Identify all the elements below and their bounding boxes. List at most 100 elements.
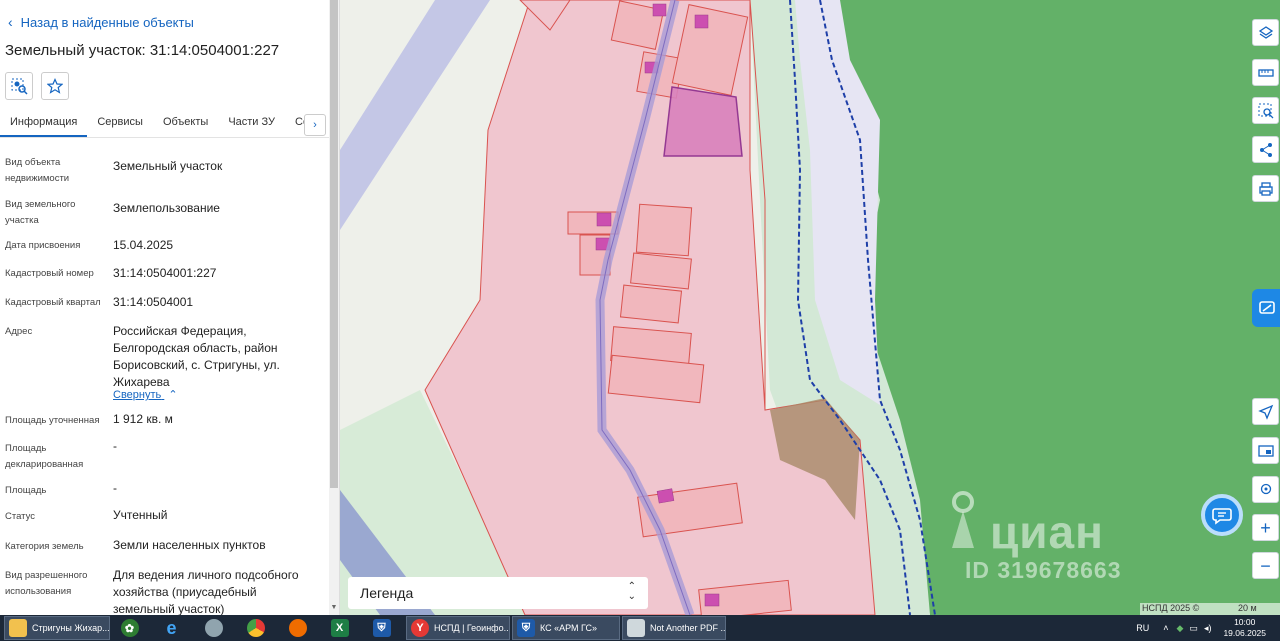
tab-parcel-parts[interactable]: Части ЗУ: [218, 112, 285, 137]
attribute-label: Кадастровый квартал: [5, 297, 101, 308]
attribute-value: Учтенный: [113, 508, 168, 522]
clock-date: 19.06.2025: [1223, 628, 1266, 638]
attribute-label: Вид земельного участка: [5, 199, 76, 226]
minus-icon: −: [1260, 555, 1271, 576]
application: { "panel": { "back_label": "Назад в найд…: [0, 0, 1280, 641]
map-view[interactable]: [340, 0, 1280, 615]
my-location-button[interactable]: [1252, 398, 1279, 425]
tab-services[interactable]: Сервисы: [87, 112, 153, 137]
windows-taskbar: Стригуны Жихар... ✿ e X ⛨ Y НСПД | Геоин…: [0, 615, 1280, 641]
clock-time: 10:00: [1234, 617, 1256, 627]
taskbar-window-browser[interactable]: Y НСПД | Геоинфо...: [406, 616, 510, 640]
taskbar-app-excel[interactable]: X: [322, 616, 362, 640]
taskbar-app-firefox[interactable]: [280, 616, 320, 640]
attribute-value: Для ведения личного подсобного хозяйства…: [113, 568, 299, 615]
watermark-id: ID 319678663: [965, 557, 1122, 583]
navigation-arrow-icon: [1257, 404, 1273, 420]
magnifier-tool-icon: [204, 619, 223, 637]
favorite-button[interactable]: [41, 72, 69, 100]
collapse-label: Свернуть: [113, 389, 162, 401]
minimap-icon: [1257, 444, 1274, 457]
attribute-label: Вид объекта недвижимости: [5, 157, 70, 184]
legend-dropdown[interactable]: Легенда ⌃ ⌄: [348, 577, 648, 609]
select-area-button[interactable]: [1252, 97, 1279, 124]
tabs-scroll-right-button[interactable]: ›: [304, 114, 326, 136]
page-title: Земельный участок: 31:14:0504001:227: [5, 42, 280, 59]
taskbar-app-gov[interactable]: ⛨: [364, 616, 404, 640]
locate-on-map-button[interactable]: [5, 72, 33, 100]
search-location-button[interactable]: [1252, 476, 1279, 503]
system-tray: RU ˄ ◆ ▭ ◂) 10:00 19.06.2025: [1136, 615, 1280, 641]
taskbar-window-label: Стригуны Жихар...: [32, 623, 110, 633]
minimap-button[interactable]: [1252, 437, 1279, 464]
attribute-value: 31:14:0504001: [113, 295, 194, 309]
attribute-value: 31:14:0504001:227: [113, 266, 217, 280]
chat-button[interactable]: [1201, 494, 1243, 536]
network-icon[interactable]: ▭: [1189, 623, 1198, 634]
zoom-in-button[interactable]: +: [1252, 514, 1279, 541]
zoom-out-button[interactable]: −: [1252, 552, 1279, 579]
feedback-side-tab[interactable]: [1252, 289, 1280, 327]
share-button[interactable]: [1252, 136, 1279, 163]
chevron-up-icon[interactable]: ˄: [1163, 623, 1168, 633]
taskbar-window-label: КС «АРМ ГС»: [540, 623, 598, 633]
attribute-label: Вид разрешенного использования: [5, 570, 88, 597]
scrollbar-thumb[interactable]: [330, 0, 338, 488]
attribute-label: Адрес: [5, 326, 33, 337]
attribute-value: Земли населенных пунктов: [113, 538, 266, 552]
share-icon: [1259, 142, 1272, 157]
taskbar-app-chrome[interactable]: [238, 616, 278, 640]
panel-scrollbar[interactable]: ▼: [329, 0, 339, 615]
scroll-down-arrow-icon[interactable]: ▼: [330, 604, 338, 614]
ruler-button[interactable]: [1252, 59, 1279, 86]
attribute-value: -: [113, 439, 117, 453]
folder-icon: [9, 619, 27, 637]
attribute-value: 1 912 кв. м: [113, 412, 173, 426]
printer-icon: [1258, 181, 1273, 196]
chrome-icon: [246, 619, 265, 637]
map-scale-bar: НСПД 2025 © 20 м: [1140, 603, 1280, 615]
attribute-label: Площадь декларированная: [5, 443, 84, 470]
locate-icon: [11, 78, 28, 95]
chevron-right-icon: ›: [313, 119, 317, 131]
chat-icon: [1212, 508, 1232, 525]
back-link-label: Назад в найденные объекты: [20, 14, 194, 30]
attribute-label: Кадастровый номер: [5, 268, 94, 279]
shield-icon[interactable]: ◆: [1177, 623, 1184, 634]
taskbar-app-clover[interactable]: ✿: [112, 616, 152, 640]
gov-emblem-icon: ⛨: [372, 619, 391, 637]
collapse-address-link[interactable]: Свернуть ⌃: [113, 388, 178, 401]
tab-information[interactable]: Информация: [0, 112, 88, 137]
plus-icon: +: [1260, 517, 1271, 538]
attribute-value: -: [113, 481, 117, 495]
print-button[interactable]: [1252, 175, 1279, 202]
gov-emblem-icon: ⛨: [517, 619, 535, 637]
taskbar-window-pdf[interactable]: Not Another PDF ...: [622, 616, 726, 640]
watermark-brand: циан: [990, 506, 1104, 558]
attribute-value: 15.04.2025: [113, 238, 174, 252]
taskbar-window-label: Not Another PDF ...: [650, 623, 726, 633]
taskbar-window-arm[interactable]: ⛨ КС «АРМ ГС»: [512, 616, 620, 640]
copyright-label: НСПД 2025 ©: [1142, 603, 1200, 613]
layers-button[interactable]: [1252, 19, 1279, 46]
yandex-browser-icon: Y: [411, 619, 429, 637]
taskbar-app-tool[interactable]: [196, 616, 236, 640]
chevron-updown-icon: ⌃ ⌄: [627, 581, 636, 602]
layers-icon: [1258, 25, 1273, 39]
pdf-scanner-icon: [627, 619, 645, 637]
ruler-icon: [1257, 68, 1274, 77]
address-value: Российская Федерация, Белгородская облас…: [113, 324, 280, 389]
legend-label: Легенда: [360, 585, 414, 601]
volume-icon[interactable]: ◂): [1204, 623, 1212, 634]
firefox-icon: [288, 619, 307, 637]
back-to-results-link[interactable]: ‹ Назад в найденные объекты: [8, 14, 194, 30]
clock[interactable]: 10:00 19.06.2025: [1223, 617, 1266, 639]
selected-parcel: [663, 86, 743, 157]
taskbar-window-explorer[interactable]: Стригуны Жихар...: [4, 616, 110, 640]
clover-icon: ✿: [120, 619, 139, 637]
taskbar-app-ie[interactable]: e: [154, 616, 194, 640]
cadastral-map[interactable]: [340, 0, 1280, 615]
tab-objects[interactable]: Объекты: [153, 112, 218, 137]
language-indicator[interactable]: RU: [1136, 623, 1149, 633]
area-search-icon: [1258, 103, 1273, 118]
